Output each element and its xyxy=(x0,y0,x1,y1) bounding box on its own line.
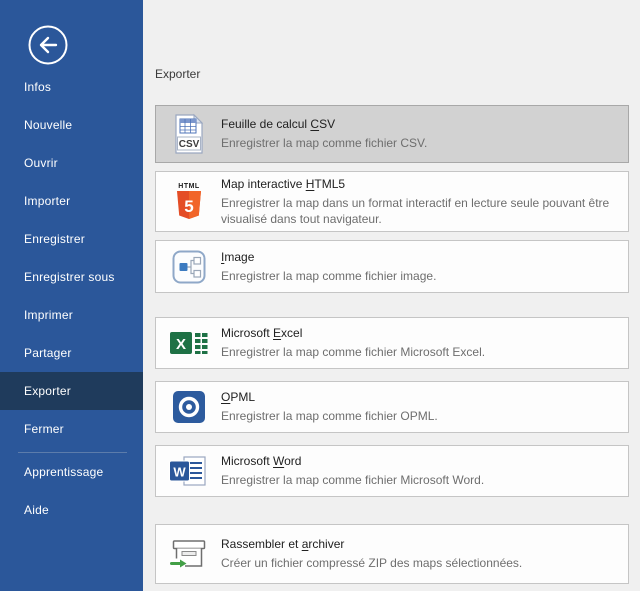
export-option-word[interactable]: W Microsoft Word Enregistrer la map comm… xyxy=(155,445,629,497)
csv-spreadsheet-icon: CSV xyxy=(169,111,209,157)
svg-text:W: W xyxy=(173,465,186,480)
card-text: Rassembler et archiver Créer un fichier … xyxy=(221,537,616,571)
sidebar-item-label: Infos xyxy=(24,80,51,94)
opml-icon xyxy=(169,384,209,430)
sidebar-item-exporter[interactable]: Exporter xyxy=(0,372,143,410)
pack-and-go-icon xyxy=(169,531,209,577)
export-option-excel[interactable]: X Microsoft Excel Enregistrer la map com… xyxy=(155,317,629,369)
sidebar-item-label: Aide xyxy=(24,503,49,517)
sidebar-item-imprimer[interactable]: Imprimer xyxy=(0,296,143,334)
export-option-description: Enregistrer la map comme fichier image. xyxy=(221,268,616,284)
sidebar-item-label: Importer xyxy=(24,194,70,208)
excel-icon: X xyxy=(169,320,209,366)
sidebar-item-enregistrer-sous[interactable]: Enregistrer sous xyxy=(0,258,143,296)
sidebar-menu: Infos Nouvelle Ouvrir Importer Enregistr… xyxy=(0,68,143,529)
sidebar-item-label: Partager xyxy=(24,346,72,360)
export-option-title: Image xyxy=(221,250,616,265)
sidebar-item-label: Fermer xyxy=(24,422,64,436)
svg-text:HTML: HTML xyxy=(178,183,200,190)
export-option-title: Microsoft Word xyxy=(221,454,616,469)
html5-icon: HTML 5 xyxy=(169,179,209,225)
sidebar-item-label: Nouvelle xyxy=(24,118,72,132)
export-option-description: Enregistrer la map comme fichier Microso… xyxy=(221,344,616,360)
card-text: Feuille de calcul CSV Enregistrer la map… xyxy=(221,117,616,151)
sidebar-item-label: Exporter xyxy=(24,384,71,398)
backstage-export-view: Infos Nouvelle Ouvrir Importer Enregistr… xyxy=(0,0,640,591)
card-text: Microsoft Word Enregistrer la map comme … xyxy=(221,454,616,488)
export-option-image[interactable]: Image Enregistrer la map comme fichier i… xyxy=(155,240,629,293)
sidebar-item-nouvelle[interactable]: Nouvelle xyxy=(0,106,143,144)
export-option-description: Enregistrer la map dans un format intera… xyxy=(221,195,616,227)
svg-text:5: 5 xyxy=(184,197,193,216)
export-option-title: Map interactive HTML5 xyxy=(221,177,616,192)
card-text: OPML Enregistrer la map comme fichier OP… xyxy=(221,390,616,424)
sidebar-item-label: Imprimer xyxy=(24,308,73,322)
sidebar-item-aide[interactable]: Aide xyxy=(0,491,143,529)
export-option-csv[interactable]: CSV Feuille de calcul CSV Enregistrer la… xyxy=(155,105,629,163)
sidebar-item-label: Apprentissage xyxy=(24,465,103,479)
sidebar-item-label: Ouvrir xyxy=(24,156,58,170)
export-option-opml[interactable]: OPML Enregistrer la map comme fichier OP… xyxy=(155,381,629,433)
export-option-description: Enregistrer la map comme fichier Microso… xyxy=(221,472,616,488)
export-option-title: OPML xyxy=(221,390,616,405)
export-option-description: Enregistrer la map comme fichier OPML. xyxy=(221,408,616,424)
sidebar-item-infos[interactable]: Infos xyxy=(0,68,143,106)
image-export-icon xyxy=(169,244,209,290)
export-options-list: CSV Feuille de calcul CSV Enregistrer la… xyxy=(155,105,629,584)
sidebar-item-label: Enregistrer xyxy=(24,232,85,246)
svg-text:X: X xyxy=(176,336,186,353)
sidebar-item-ouvrir[interactable]: Ouvrir xyxy=(0,144,143,182)
page-title: Exporter xyxy=(155,67,200,81)
backstage-sidebar: Infos Nouvelle Ouvrir Importer Enregistr… xyxy=(0,0,143,591)
export-panel: Exporter CSV Feuille de calcul xyxy=(143,0,640,591)
export-option-pack-and-go[interactable]: Rassembler et archiver Créer un fichier … xyxy=(155,524,629,584)
sidebar-item-apprentissage[interactable]: Apprentissage xyxy=(0,453,143,491)
sidebar-item-enregistrer[interactable]: Enregistrer xyxy=(0,220,143,258)
word-icon: W xyxy=(169,448,209,494)
sidebar-item-fermer[interactable]: Fermer xyxy=(0,410,143,448)
sidebar-item-partager[interactable]: Partager xyxy=(0,334,143,372)
card-text: Map interactive HTML5 Enregistrer la map… xyxy=(221,177,616,227)
sidebar-item-importer[interactable]: Importer xyxy=(0,182,143,220)
back-arrow-icon xyxy=(26,23,70,67)
export-option-title: Rassembler et archiver xyxy=(221,537,616,552)
sidebar-item-label: Enregistrer sous xyxy=(24,270,115,284)
back-button[interactable] xyxy=(26,23,70,67)
export-option-title: Feuille de calcul CSV xyxy=(221,117,616,132)
svg-text:CSV: CSV xyxy=(179,139,200,150)
card-text: Microsoft Excel Enregistrer la map comme… xyxy=(221,326,616,360)
export-option-html5[interactable]: HTML 5 Map interactive HTML5 Enregistrer… xyxy=(155,171,629,232)
export-option-description: Enregistrer la map comme fichier CSV. xyxy=(221,135,616,151)
card-text: Image Enregistrer la map comme fichier i… xyxy=(221,250,616,284)
export-option-description: Créer un fichier compressé ZIP des maps … xyxy=(221,555,616,571)
export-option-title: Microsoft Excel xyxy=(221,326,616,341)
